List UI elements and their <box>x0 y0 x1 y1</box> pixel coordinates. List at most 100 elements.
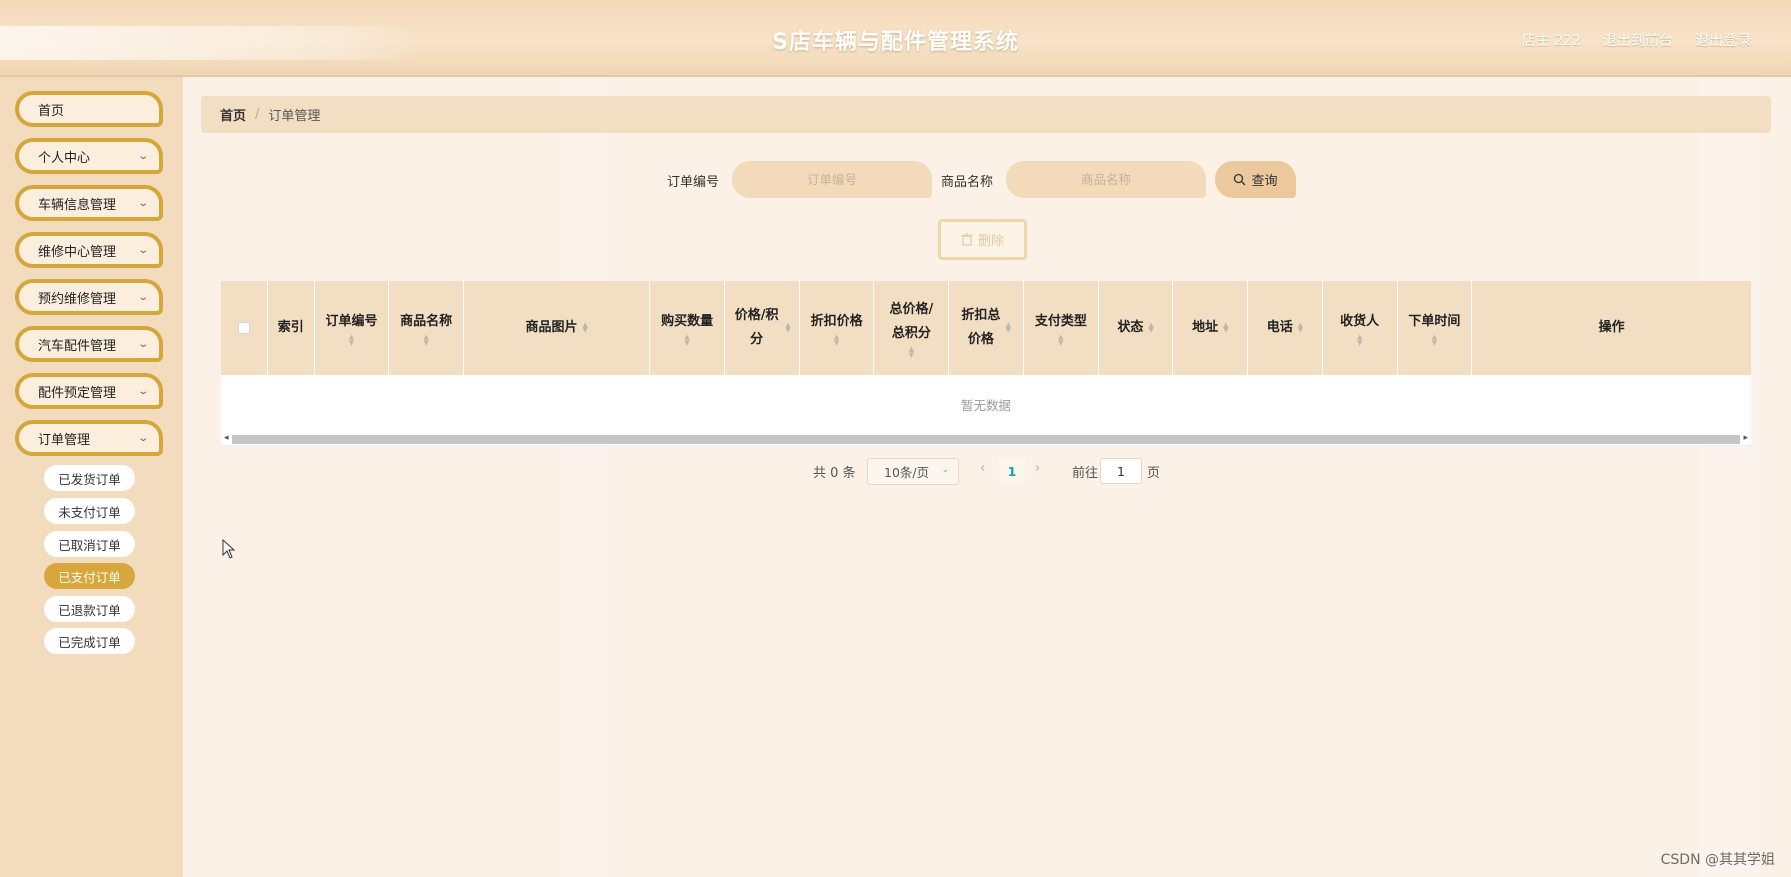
breadcrumb: 首页 / 订单管理 <box>201 96 1771 133</box>
sort-icon[interactable]: ▲ ▼ <box>349 334 354 347</box>
sidebar-subitem-unpaid-orders[interactable]: 未支付订单 <box>44 498 135 524</box>
sort-icon[interactable]: ▲ ▼ <box>1223 322 1228 334</box>
sort-icon[interactable]: ▲ ▼ <box>1148 322 1153 334</box>
sidebar-subitem-paid-orders[interactable]: 已支付订单 <box>44 563 135 589</box>
column-label: 下单时间 <box>1408 314 1461 329</box>
column-header-discount-total[interactable]: 折扣总价格 ▲ ▼ <box>949 281 1025 375</box>
logout-link[interactable]: 退出登录 <box>1695 30 1751 50</box>
scroll-left-icon[interactable]: ◂ <box>224 433 229 443</box>
trash-icon <box>961 233 973 246</box>
column-label: 索引 <box>277 320 304 335</box>
sidebar-item-car-parts[interactable]: 汽车配件管理 ⌄ <box>15 326 163 362</box>
top-header: S店车辆与配件管理系统 店主 222 退出到前台 退出登录 <box>0 0 1791 77</box>
breadcrumb-current: 订单管理 <box>268 109 321 124</box>
sidebar-item-personal-center[interactable]: 个人中心 ⌄ <box>15 138 163 174</box>
page-number-current[interactable]: 1 <box>999 458 1025 484</box>
next-page-icon[interactable]: › <box>1035 461 1040 476</box>
sidebar-subitem-refunded-orders[interactable]: 已退款订单 <box>44 596 135 622</box>
column-label: 订单编号 <box>325 314 378 329</box>
column-header-discount-price[interactable]: 折扣价格 ▲ ▼ <box>800 281 875 375</box>
column-label: 折扣总价格 <box>961 308 1001 347</box>
sidebar-item-repair-center[interactable]: 维修中心管理 ⌄ <box>15 232 163 268</box>
column-label: 商品名称 <box>400 314 453 329</box>
column-header-product-image[interactable]: 商品图片 ▲ ▼ <box>464 281 651 375</box>
search-icon <box>1234 173 1246 186</box>
column-label: 购买数量 <box>661 314 714 329</box>
column-header-payment-type[interactable]: 支付类型 ▲ ▼ <box>1024 281 1099 375</box>
scroll-right-icon[interactable]: ▸ <box>1743 433 1748 443</box>
column-label: 支付类型 <box>1034 314 1087 329</box>
column-header-total-price[interactable]: 总价格/总积分 ▲ ▼ <box>874 281 950 375</box>
chevron-up-icon: ⌄ <box>136 433 149 444</box>
exit-to-front-link[interactable]: 退出到前台 <box>1603 30 1673 50</box>
sidebar-subitem-shipped-orders[interactable]: 已发货订单 <box>44 465 135 491</box>
sort-icon[interactable]: ▲ ▼ <box>1357 334 1362 347</box>
column-header-address[interactable]: 地址 ▲ ▼ <box>1173 281 1249 375</box>
breadcrumb-home[interactable]: 首页 <box>220 105 246 124</box>
sort-icon[interactable]: ▲ ▼ <box>1058 334 1063 347</box>
horizontal-scrollbar[interactable]: ◂ ▸ <box>221 433 1751 446</box>
column-header-product-name[interactable]: 商品名称 ▲ ▼ <box>389 281 465 375</box>
delete-button[interactable]: 删除 <box>938 219 1027 260</box>
chevron-down-icon: ⌄ <box>136 151 149 162</box>
sort-icon[interactable]: ▲ ▼ <box>1006 322 1011 334</box>
column-label: 商品图片 <box>525 320 578 335</box>
pagination-total: 共 0 条 <box>813 466 856 481</box>
sort-icon[interactable]: ▲ ▼ <box>785 322 790 334</box>
sidebar-item-label: 配件预定管理 <box>38 385 117 401</box>
breadcrumb-separator: / <box>255 107 260 122</box>
column-header-receiver[interactable]: 收货人 ▲ ▼ <box>1323 281 1398 375</box>
sort-icon[interactable]: ▲ ▼ <box>423 334 428 347</box>
sidebar-item-label: 预约维修管理 <box>38 291 117 307</box>
sidebar-subitem-cancelled-orders[interactable]: 已取消订单 <box>44 531 135 557</box>
scrollbar-thumb[interactable] <box>232 435 1740 444</box>
chevron-down-icon: ⌄ <box>136 339 149 350</box>
sort-icon[interactable]: ▲ ▼ <box>909 346 914 359</box>
column-label: 总价格/总积分 <box>889 302 934 341</box>
sidebar-item-vehicle-info[interactable]: 车辆信息管理 ⌄ <box>15 185 163 221</box>
column-label: 状态 <box>1117 320 1144 335</box>
sidebar-item-home[interactable]: 首页 <box>15 91 163 127</box>
chevron-down-icon: ⌄ <box>136 386 149 397</box>
mouse-cursor-icon <box>222 539 236 559</box>
goto-page-input[interactable] <box>1100 458 1142 484</box>
order-no-input[interactable] <box>732 161 932 198</box>
column-header-order-time[interactable]: 下单时间 ▲ ▼ <box>1398 281 1473 375</box>
empty-text: 暂无数据 <box>960 397 1011 413</box>
column-header-price[interactable]: 价格/积分 ▲ ▼ <box>725 281 800 375</box>
page-size-select[interactable]: 10条/页 ⌄ <box>867 458 959 485</box>
page-size-value: 10条/页 <box>884 465 930 480</box>
sidebar-subitem-completed-orders[interactable]: 已完成订单 <box>44 628 135 654</box>
column-header-status[interactable]: 状态 ▲ ▼ <box>1099 281 1174 375</box>
sidebar-item-label: 首页 <box>38 103 65 119</box>
column-header-quantity[interactable]: 购买数量 ▲ ▼ <box>650 281 725 375</box>
background-stripe <box>1700 77 1760 877</box>
chevron-down-icon: ⌄ <box>136 245 149 256</box>
prev-page-icon[interactable]: ‹ <box>980 461 985 476</box>
sort-icon[interactable]: ▲ ▼ <box>684 334 689 347</box>
sidebar-item-order-management[interactable]: 订单管理 ⌄ <box>15 420 163 456</box>
query-button-label: 查询 <box>1251 174 1278 189</box>
sort-icon[interactable]: ▲ ▼ <box>1298 322 1303 334</box>
column-label: 收货人 <box>1340 314 1380 329</box>
order-no-label: 订单编号 <box>667 175 720 190</box>
table-empty-row: 暂无数据 <box>221 375 1751 433</box>
sidebar-item-repair-booking[interactable]: 预约维修管理 ⌄ <box>15 279 163 315</box>
product-name-input[interactable] <box>1006 161 1206 198</box>
sort-icon[interactable]: ▲ ▼ <box>582 322 587 334</box>
chevron-down-icon: ⌄ <box>136 292 149 303</box>
column-header-order-no[interactable]: 订单编号 ▲ ▼ <box>315 281 390 375</box>
query-button[interactable]: 查询 <box>1215 161 1296 198</box>
sidebar-item-parts-reservation[interactable]: 配件预定管理 ⌄ <box>15 373 163 409</box>
select-all-checkbox[interactable] <box>237 322 250 334</box>
chevron-down-icon: ⌄ <box>941 465 949 475</box>
sort-icon[interactable]: ▲ ▼ <box>1432 334 1437 347</box>
sidebar-item-label: 车辆信息管理 <box>38 197 117 213</box>
sidebar-item-label: 个人中心 <box>38 150 91 166</box>
sidebar-item-label: 汽车配件管理 <box>38 338 117 354</box>
orders-table: 索引 订单编号 ▲ ▼ 商品名称 ▲ ▼ 商品图片 ▲ ▼ 购买数量 ▲ ▼ 价格/积分… <box>221 281 1751 446</box>
column-header-phone[interactable]: 电话 ▲ ▼ <box>1248 281 1323 375</box>
sort-icon[interactable]: ▲ ▼ <box>834 334 839 347</box>
goto-label: 前往 <box>1072 466 1099 481</box>
page-suffix: 页 <box>1147 466 1161 481</box>
